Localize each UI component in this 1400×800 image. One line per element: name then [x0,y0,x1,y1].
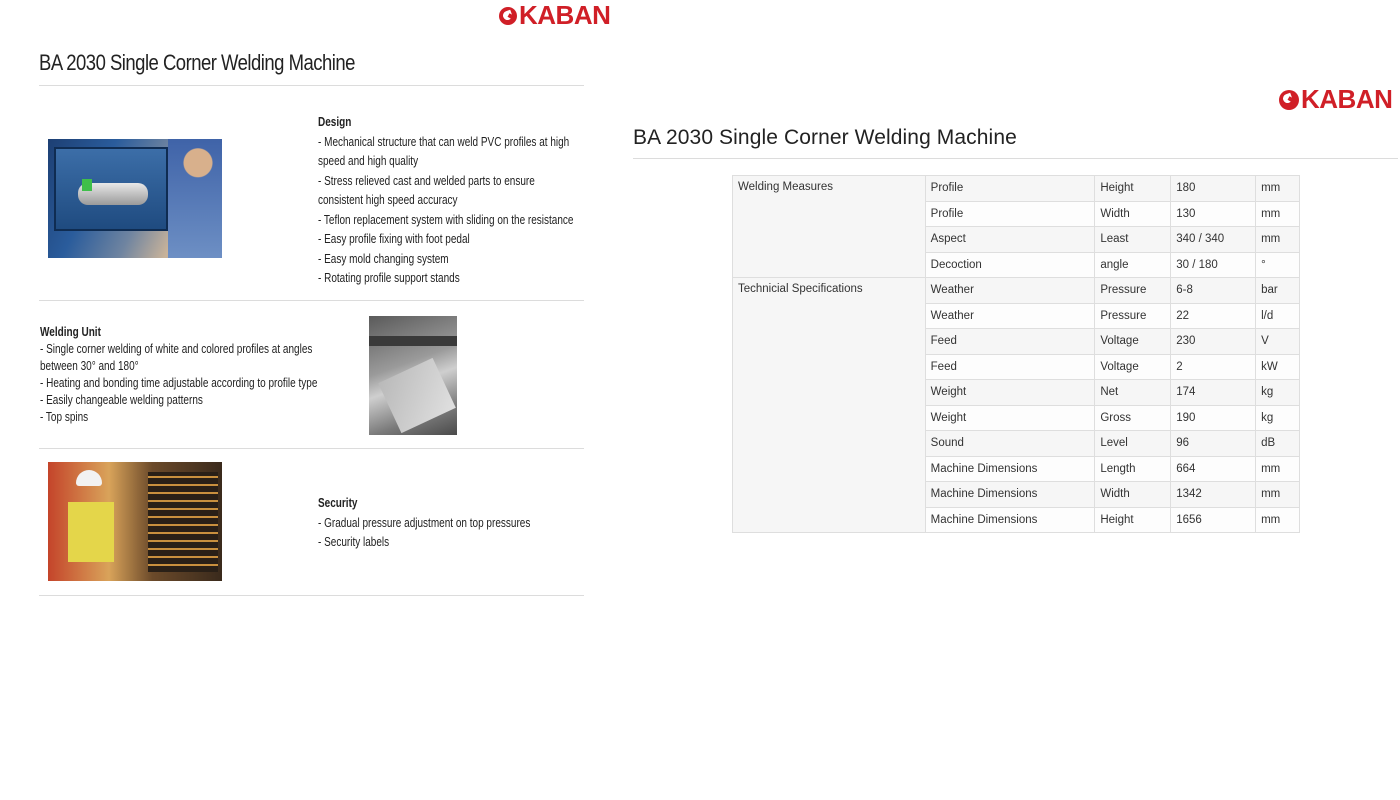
brand-name: KABAN [519,0,611,30]
table-cell: Least [1094,226,1172,253]
table-row: Welding Measures Profile Height 180 mm [732,175,1300,278]
welding-unit-item: - Top spins [40,410,89,424]
table-cell: 340 / 340 [1170,226,1257,253]
table-cell: 190 [1170,404,1257,431]
table-cell: Voltage [1094,328,1172,355]
design-item: - Easy mold changing system [318,251,449,266]
table-cell: Level [1094,430,1172,457]
design-item: - Easy profile fixing with foot pedal [318,232,470,246]
table-cell: Machine Dimensions [924,481,1096,508]
table-cell: Length [1094,455,1172,482]
table-cell: ° [1255,251,1300,278]
table-cell: Weather [924,277,1096,304]
table-cell: 2 [1170,353,1257,380]
table-cell: kg [1255,404,1300,431]
divider [39,595,584,596]
specifications-table: Welding Measures Profile Height 180 mm P… [732,175,1300,533]
security-photo [48,462,222,581]
table-cell: Machine Dimensions [924,506,1096,533]
table-cell: Feed [924,328,1096,355]
group-label: Welding Measures [732,175,926,278]
divider [39,85,584,86]
table-cell: Pressure [1094,302,1172,329]
table-cell: Profile [924,175,1096,202]
design-item: - Stress relieved cast and welded parts … [318,173,535,208]
table-cell: 174 [1170,379,1257,406]
table-cell: 96 [1170,430,1257,457]
spec-page-title: BA 2030 Single Corner Welding Machine [633,126,1017,149]
table-cell: V [1255,328,1300,355]
design-section: Design - Mechanical structure that can w… [318,113,582,289]
table-cell: mm [1255,506,1300,533]
table-cell: Decoction [924,251,1096,278]
table-cell: Profile [924,200,1096,227]
table-cell: Sound [924,430,1096,457]
table-cell: 664 [1170,455,1257,482]
table-cell: 6-8 [1170,277,1257,304]
table-cell: Aspect [924,226,1096,253]
table-cell: Machine Dimensions [924,455,1096,482]
table-cell: 130 [1170,200,1257,227]
page-title: BA 2030 Single Corner Welding Machine [39,50,355,75]
table-cell: Net [1094,379,1172,406]
table-row: Technicial Specifications Weather Pressu… [732,277,1300,533]
design-item: - Rotating profile support stands [318,271,460,285]
welding-unit-item: - Single corner welding of white and col… [40,342,313,373]
table-cell: Weather [924,302,1096,329]
security-item: - Security labels [318,535,390,549]
divider [39,300,584,301]
table-cell: Feed [924,353,1096,380]
table-cell: mm [1255,226,1300,253]
brand-name: KABAN [1301,84,1393,114]
table-cell: Weight [924,404,1096,431]
table-cell: mm [1255,175,1300,202]
table-cell: Height [1094,175,1172,202]
group-label: Technicial Specifications [732,277,926,533]
table-cell: mm [1255,455,1300,482]
table-cell: Voltage [1094,353,1172,380]
table-cell: mm [1255,200,1300,227]
table-cell: angle [1094,251,1172,278]
table-cell: 30 / 180 [1170,251,1257,278]
design-heading: Design [318,115,352,129]
table-cell: l/d [1255,302,1300,329]
table-cell: 180 [1170,175,1257,202]
table-cell: 230 [1170,328,1257,355]
design-item: - Teflon replacement system with sliding… [318,212,574,227]
security-heading: Security [318,496,358,510]
kaban-logo: KABAN [1279,84,1393,115]
table-cell: kW [1255,353,1300,380]
table-cell: Width [1094,481,1172,508]
table-cell: Pressure [1094,277,1172,304]
table-cell: Height [1094,506,1172,533]
kaban-logo-icon [499,6,517,25]
design-item: - Mechanical structure that can weld PVC… [318,134,570,169]
divider [633,158,1398,159]
welding-unit-photo [369,316,457,435]
design-photo [48,139,222,258]
table-cell: Weight [924,379,1096,406]
table-cell: 1342 [1170,481,1257,508]
table-cell: bar [1255,277,1300,304]
table-cell: 22 [1170,302,1257,329]
table-cell: Width [1094,200,1172,227]
divider [39,448,584,449]
welding-unit-heading: Welding Unit [40,325,101,339]
table-cell: Gross [1094,404,1172,431]
table-cell: dB [1255,430,1300,457]
welding-unit-section: Welding Unit - Single corner welding of … [40,324,328,426]
security-section: Security - Gradual pressure adjustment o… [318,494,582,553]
table-cell: kg [1255,379,1300,406]
welding-unit-item: - Heating and bonding time adjustable ac… [40,376,318,390]
kaban-logo-icon [1279,89,1299,110]
table-cell: mm [1255,481,1300,508]
welding-unit-item: - Easily changeable welding patterns [40,393,203,407]
security-item: - Gradual pressure adjustment on top pre… [318,515,531,530]
kaban-logo: KABAN [499,0,611,31]
table-cell: 1656 [1170,506,1257,533]
